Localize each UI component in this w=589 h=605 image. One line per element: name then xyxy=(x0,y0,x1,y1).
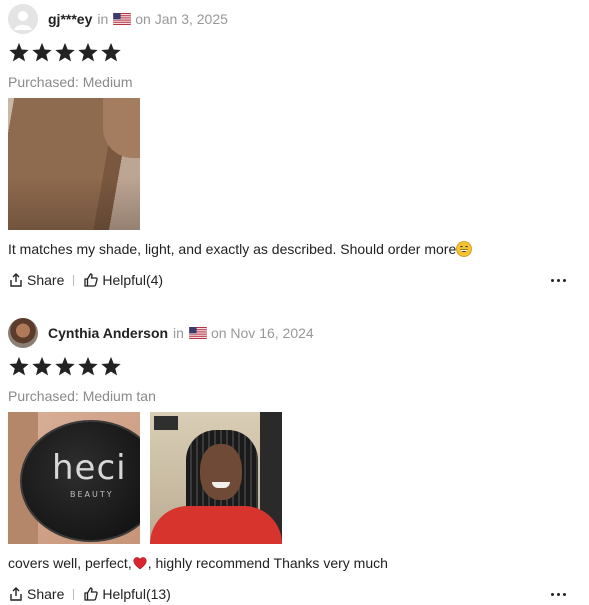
star-icon xyxy=(31,42,53,63)
review-header: Cynthia Anderson in on Nov 16, 2024 xyxy=(8,318,314,348)
helpful-button[interactable]: Helpful(13) xyxy=(83,586,171,602)
helpful-label: Helpful(4) xyxy=(102,272,164,288)
review-text: It matches my shade, light, and exactly … xyxy=(8,241,473,257)
review-photo[interactable] xyxy=(8,98,140,230)
share-icon xyxy=(10,273,22,287)
share-label: Share xyxy=(27,272,65,288)
in-label: in xyxy=(97,11,109,27)
action-divider xyxy=(73,274,75,286)
review-photos xyxy=(8,98,140,230)
us-flag-icon xyxy=(189,327,207,339)
review-photo[interactable] xyxy=(150,412,282,544)
star-icon xyxy=(100,356,122,377)
share-button[interactable]: Share xyxy=(8,272,64,288)
review-date: on Nov 16, 2024 xyxy=(210,325,314,341)
star-icon xyxy=(54,356,76,377)
star-icon xyxy=(100,42,122,63)
more-dots-icon[interactable] xyxy=(551,584,566,604)
in-label: in xyxy=(173,325,184,341)
review-photos: heci BEAUTY xyxy=(8,412,282,544)
purchased-variant: Purchased: Medium tan xyxy=(8,388,156,404)
photo-face-shape xyxy=(200,444,242,500)
star-rating xyxy=(8,356,122,377)
photo-shirt-shape xyxy=(150,506,282,544)
red-heart-emoji xyxy=(133,557,147,570)
photo-brand-subtext: BEAUTY xyxy=(70,490,114,499)
share-icon xyxy=(10,587,22,601)
star-icon xyxy=(31,356,53,377)
share-button[interactable]: Share xyxy=(8,586,64,602)
star-icon xyxy=(77,42,99,63)
review-header: gj***ey in on Jan 3, 2025 xyxy=(8,4,228,34)
reviewer-name: gj***ey xyxy=(48,11,93,27)
star-icon xyxy=(8,356,30,377)
photo-wrist-shape xyxy=(103,98,140,158)
review-date: on Jan 3, 2025 xyxy=(135,11,228,27)
action-divider xyxy=(73,588,75,600)
purchased-variant: Purchased: Medium xyxy=(8,74,133,90)
thumbs-up-icon xyxy=(84,273,99,287)
thumbs-up-icon xyxy=(84,587,99,601)
photo-wall-frame xyxy=(154,416,178,430)
share-label: Share xyxy=(27,586,65,602)
helpful-label: Helpful(13) xyxy=(102,586,171,602)
review-actions: Share Helpful(4) xyxy=(8,270,578,290)
us-flag-icon xyxy=(113,13,132,25)
user-avatar xyxy=(8,318,38,348)
review-actions: Share Helpful(13) xyxy=(8,584,578,604)
grinning-face-emoji xyxy=(456,241,473,257)
review-text-part-1: covers well, perfect, xyxy=(8,555,132,571)
reviewer-name: Cynthia Anderson xyxy=(48,325,169,341)
photo-brand-text: heci xyxy=(52,448,127,488)
review-photo[interactable]: heci BEAUTY xyxy=(8,412,140,544)
star-icon xyxy=(54,42,76,63)
star-icon xyxy=(8,42,30,63)
star-icon xyxy=(77,356,99,377)
user-avatar-icon xyxy=(8,4,38,34)
helpful-button[interactable]: Helpful(4) xyxy=(83,272,163,288)
review-text-body: It matches my shade, light, and exactly … xyxy=(8,241,457,257)
more-dots-icon[interactable] xyxy=(551,270,566,290)
review-text-part-2: , highly recommend Thanks very much xyxy=(147,555,388,571)
star-rating xyxy=(8,42,122,63)
review-text: covers well, perfect, , highly recommend… xyxy=(8,555,388,571)
